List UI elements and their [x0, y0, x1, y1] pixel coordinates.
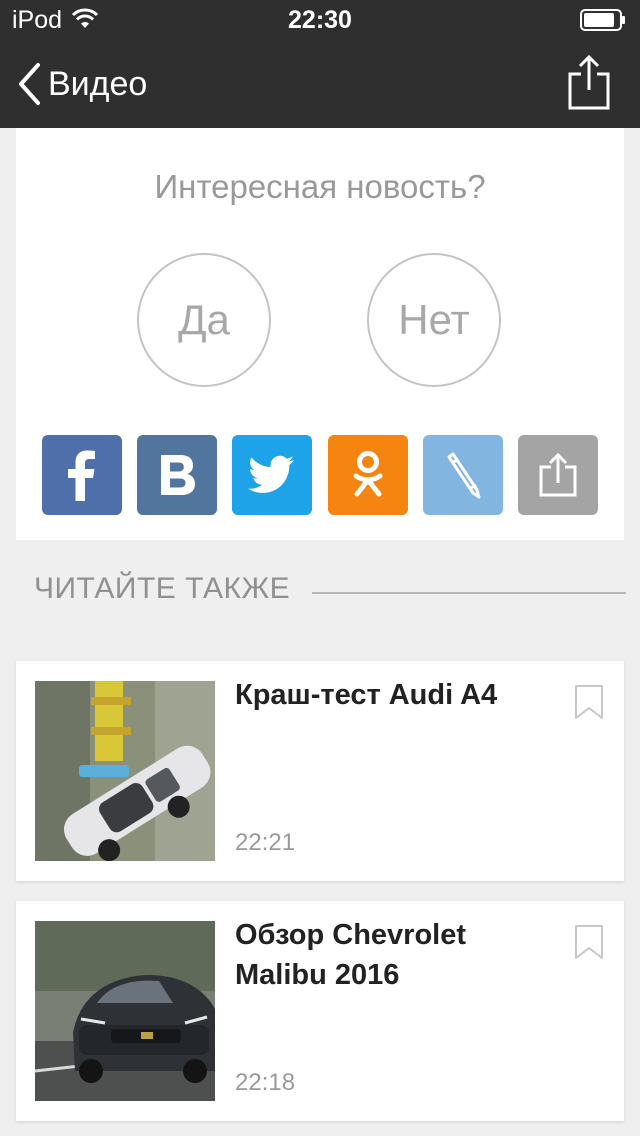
- twitter-share-button[interactable]: [232, 435, 312, 515]
- article-title: Обзор Chevrolet Malibu 2016: [235, 919, 467, 991]
- facebook-share-button[interactable]: [42, 435, 122, 515]
- read-also-heading: ЧИТАЙТЕ ТАКЖЕ: [34, 572, 291, 605]
- poll-card: Интересная новость? Да Нет: [16, 128, 624, 540]
- poll-question: Интересная новость?: [154, 168, 486, 205]
- article-card[interactable]: Краш-тест Audi A4 22:21: [16, 661, 624, 881]
- share-icon[interactable]: [564, 54, 614, 110]
- article-time: 22:18: [235, 1069, 296, 1096]
- share-buttons-row: [42, 435, 598, 515]
- pencil-icon: [447, 452, 481, 499]
- article-card[interactable]: Обзор Chevrolet Malibu 2016 22:18: [16, 901, 624, 1121]
- article-thumbnail: [35, 921, 215, 1101]
- poll-yes-button[interactable]: Да: [137, 253, 271, 387]
- top-bar: iPod 22:30 Видео: [0, 0, 640, 128]
- divider: [312, 592, 626, 594]
- bookmark-icon[interactable]: [574, 924, 604, 960]
- article-thumbnail: [35, 681, 215, 861]
- chevron-left-icon: [19, 63, 40, 105]
- poll-no-button[interactable]: Нет: [367, 253, 501, 387]
- clock: 22:30: [288, 6, 352, 34]
- bookmark-icon[interactable]: [574, 684, 604, 720]
- facebook-icon: [68, 450, 95, 501]
- share-icon: [539, 452, 577, 497]
- more-share-button[interactable]: [518, 435, 598, 515]
- article-title: Краш-тест Audi A4: [235, 679, 498, 711]
- back-label: Видео: [48, 64, 148, 103]
- battery-icon: [580, 9, 625, 31]
- back-button[interactable]: Видео: [16, 58, 147, 110]
- status-bar: iPod 22:30: [0, 0, 640, 40]
- crash-test-thumbnail: [35, 681, 215, 861]
- twitter-icon: [248, 455, 294, 493]
- vk-icon: [161, 455, 195, 495]
- odnoklassniki-icon: [353, 451, 383, 497]
- car-review-thumbnail: [35, 921, 215, 1101]
- article-time: 22:21: [235, 829, 296, 856]
- edit-button[interactable]: [423, 435, 503, 515]
- odnoklassniki-share-button[interactable]: [328, 435, 408, 515]
- vk-share-button[interactable]: [137, 435, 217, 515]
